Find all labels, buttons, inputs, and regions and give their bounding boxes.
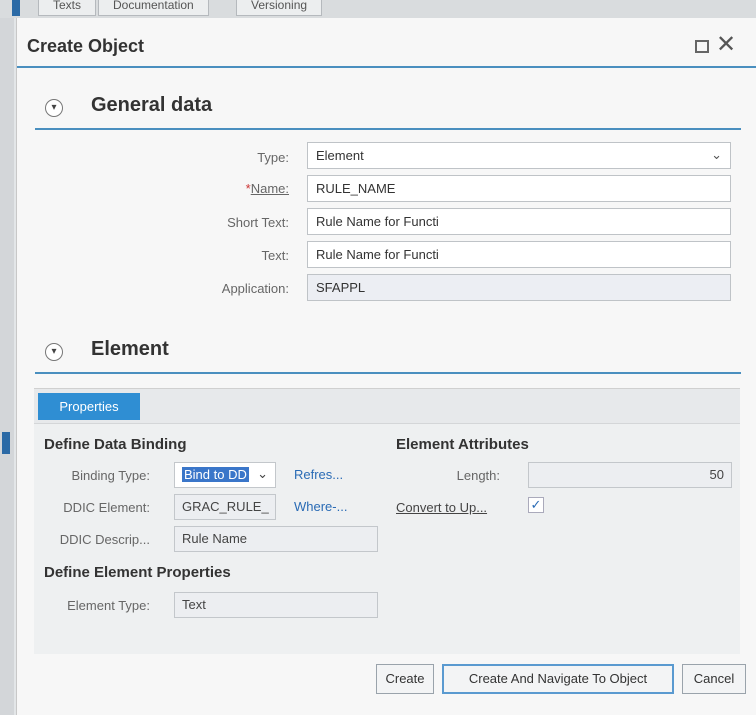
refresh-link[interactable]: Refres... xyxy=(294,467,343,482)
element-title: Element xyxy=(91,338,169,360)
name-label: *Name: xyxy=(167,181,289,196)
background-tab-strip: Texts Documentation Versioning xyxy=(0,0,756,18)
ddic-description-label: DDIC Descrip... xyxy=(59,532,150,547)
where-used-link[interactable]: Where-... xyxy=(294,499,347,514)
define-data-binding-title: Define Data Binding xyxy=(44,436,187,453)
type-select[interactable]: Element ⌄ xyxy=(307,142,731,169)
collapse-toggle-icon[interactable]: ▾ xyxy=(45,99,63,117)
name-input[interactable]: RULE_NAME xyxy=(307,175,731,202)
background-marker xyxy=(12,0,20,16)
ddic-element-field: GRAC_RULE_ xyxy=(174,494,276,520)
dialog-header: Create Object ✕ xyxy=(17,18,756,68)
general-data-section-header: ▾ General data xyxy=(35,90,741,130)
short-text-label: Short Text: xyxy=(227,215,289,230)
maximize-icon[interactable] xyxy=(695,40,709,53)
element-attributes-title: Element Attributes xyxy=(396,436,529,453)
convert-to-upper-checkbox[interactable]: ✓ xyxy=(528,497,544,513)
section-divider xyxy=(35,128,741,130)
section-divider xyxy=(35,372,741,374)
application-field: SFAPPL xyxy=(307,274,731,301)
chevron-down-icon: ⌄ xyxy=(257,466,268,481)
background-left-edge xyxy=(0,18,14,715)
create-button[interactable]: Create xyxy=(376,664,434,694)
tab-properties[interactable]: Properties xyxy=(38,393,140,420)
background-tab-versioning[interactable]: Versioning xyxy=(236,0,323,16)
general-data-title: General data xyxy=(91,94,213,116)
properties-body: Define Data Binding Binding Type: Bind t… xyxy=(34,423,740,654)
element-type-label: Element Type: xyxy=(67,598,150,613)
convert-to-upper-label: Convert to Up... xyxy=(396,500,488,515)
background-tab-texts[interactable]: Texts xyxy=(38,0,97,16)
element-type-field: Text xyxy=(174,592,378,618)
properties-panel: Properties Define Data Binding Binding T… xyxy=(34,388,740,654)
application-label: Application: xyxy=(221,281,289,296)
background-tab-documentation[interactable]: Documentation xyxy=(98,0,209,16)
ddic-description-field: Rule Name xyxy=(174,526,378,552)
binding-type-value: Bind to DD xyxy=(182,467,249,482)
dialog-title: Create Object xyxy=(27,36,145,56)
close-icon[interactable]: ✕ xyxy=(716,33,736,57)
collapse-toggle-icon[interactable]: ▾ xyxy=(45,343,63,361)
chevron-down-icon: ⌄ xyxy=(711,147,722,162)
length-label: Length: xyxy=(456,468,500,483)
binding-type-select[interactable]: Bind to DD ⌄ xyxy=(174,462,276,488)
text-label: Text: xyxy=(261,248,289,263)
short-text-input[interactable]: Rule Name for Functi xyxy=(307,208,731,235)
type-value: Element xyxy=(316,148,364,163)
binding-type-label: Binding Type: xyxy=(71,468,150,483)
name-label-text: Name: xyxy=(250,181,289,196)
cancel-button[interactable]: Cancel xyxy=(682,664,746,694)
text-input[interactable]: Rule Name for Functi xyxy=(307,241,731,268)
background-marker xyxy=(2,432,10,454)
ddic-element-label: DDIC Element: xyxy=(63,500,150,515)
create-and-navigate-button[interactable]: Create And Navigate To Object xyxy=(442,664,674,694)
type-label: Type: xyxy=(257,150,289,165)
define-element-properties-title: Define Element Properties xyxy=(44,564,231,581)
element-section-header: ▾ Element xyxy=(35,334,741,374)
length-field: 50 xyxy=(528,462,732,488)
